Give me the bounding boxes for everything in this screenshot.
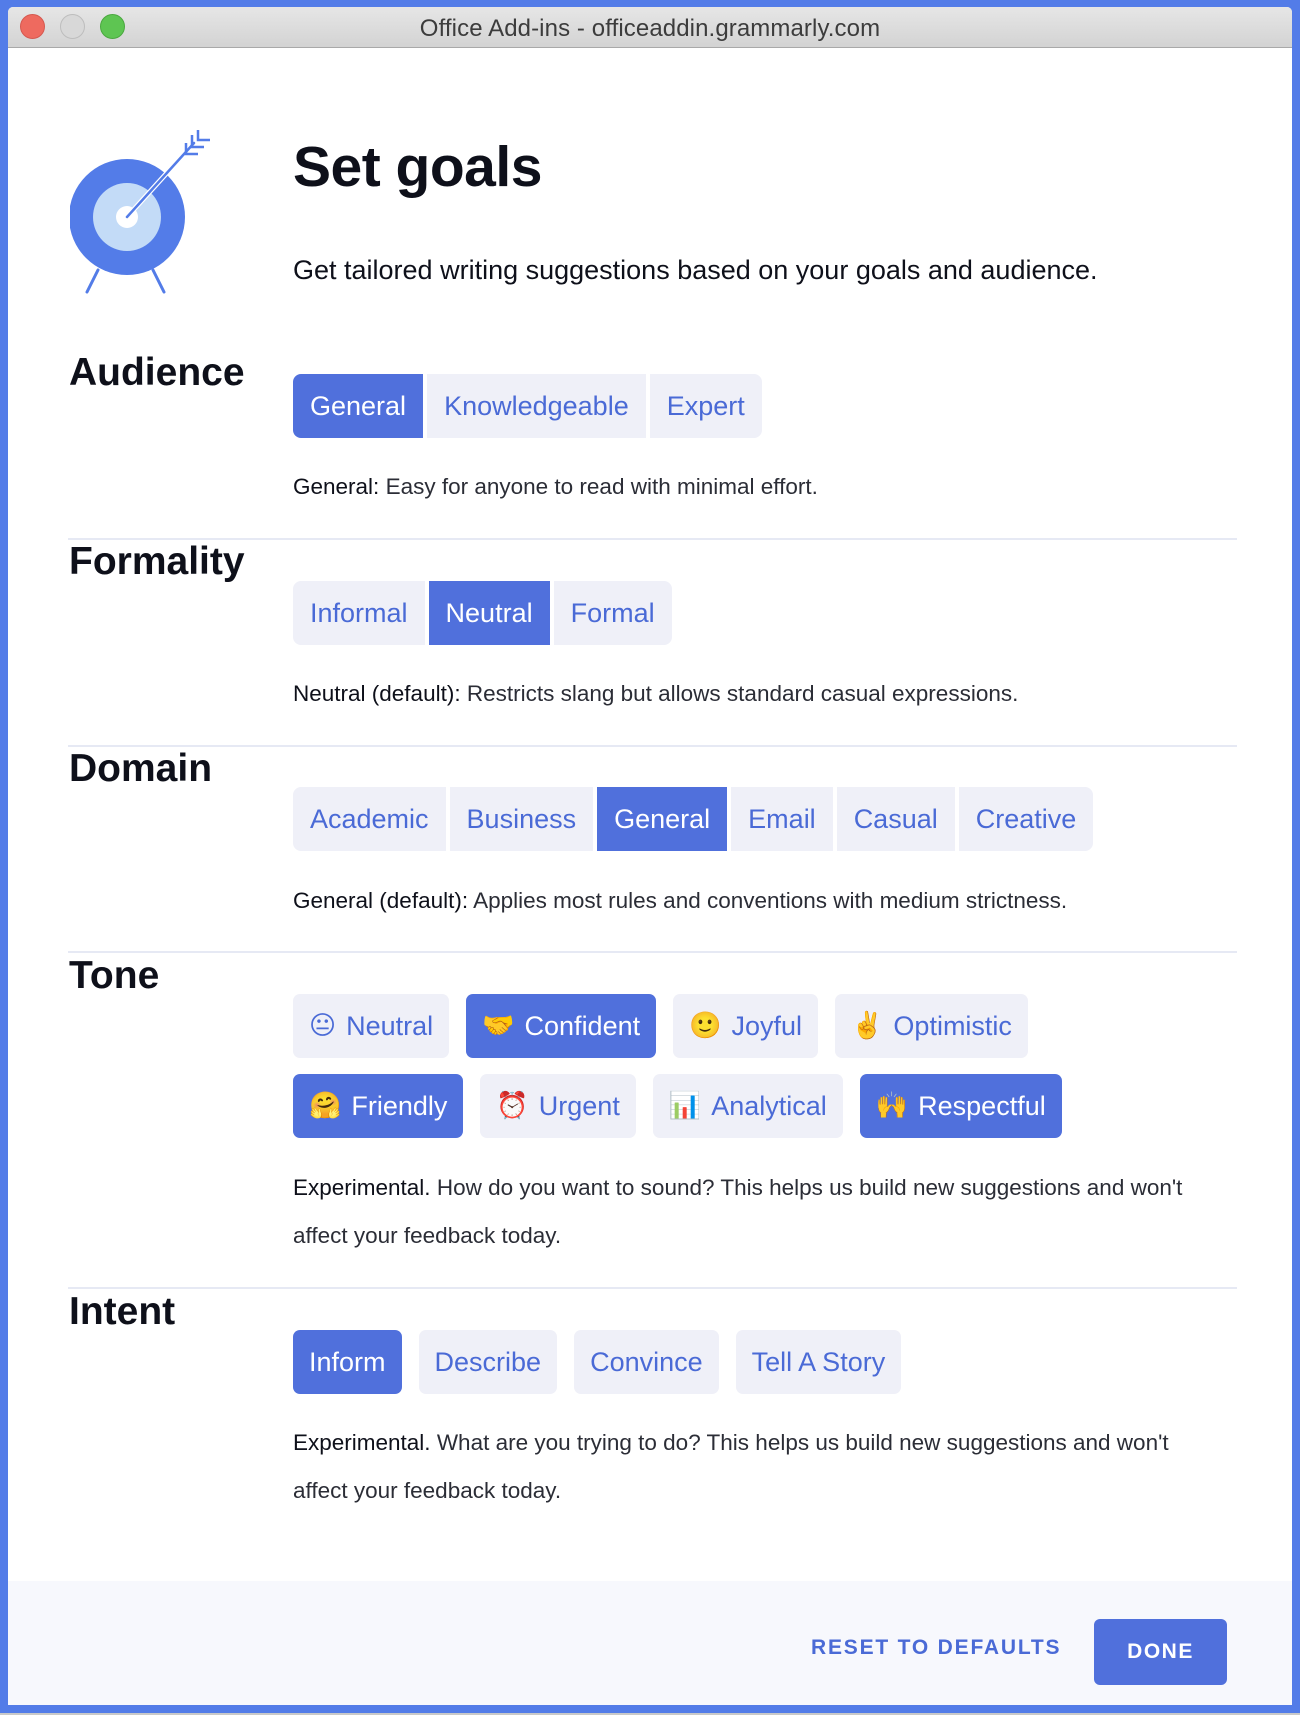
option-label: Neutral [346,1010,434,1041]
intent-option[interactable]: Describe [418,1330,558,1394]
option-label: Joyful [731,1010,803,1041]
window-title: Office Add-ins - officeaddin.grammarly.c… [419,15,881,42]
domain-option[interactable]: Academic [293,787,446,851]
option-label: Neutral [445,597,533,628]
tone-description: Experimental. How do you want to sound? … [293,1164,1223,1260]
option-label: Friendly [351,1090,448,1121]
formality-option[interactable]: Neutral [428,581,550,645]
domain-label: Domain [69,747,213,790]
domain-option[interactable]: Business [449,787,594,851]
option-label: Formal [570,597,655,628]
option-label: Confident [524,1010,641,1041]
option-label: Academic [310,803,429,834]
target-leg-left [85,268,100,294]
description-emphasis: General: [293,474,380,499]
description-emphasis: Experimental. [293,1430,431,1455]
tone-option-joyful[interactable]: 🙂 Joyful [673,994,819,1058]
tone-option-analytical[interactable]: 📊 Analytical [652,1074,843,1138]
audience-description: General: Easy for anyone to read with mi… [293,463,1223,511]
description-emphasis: Neutral (default): [293,681,461,706]
arrow-fletching [196,130,210,142]
option-label: General [310,390,407,421]
intent-option[interactable]: Inform [293,1330,402,1394]
option-label: Describe [434,1346,542,1377]
option-label: Convince [590,1346,703,1377]
option-label: Informal [310,597,408,628]
option-label: Respectful [918,1090,1046,1121]
tone-option-friendly[interactable]: 🤗 Friendly [293,1074,464,1138]
section-divider [68,745,1237,747]
section-divider [68,951,1237,953]
intent-option[interactable]: Tell A Story [735,1330,902,1394]
handshake-icon: 🤝 [482,1011,515,1041]
formality-description: Neutral (default): Restricts slang but a… [293,670,1223,718]
formality-label: Formality [69,540,245,583]
tone-row-1: 😐 Neutral 🤝 Confident 🙂 Joyful ✌️ Optimistic [293,994,1045,1058]
audience-label: Audience [69,351,245,394]
intent-option[interactable]: Convince [574,1330,719,1394]
dialog-footer: RESET TO DEFAULTS DONE [8,1581,1292,1705]
neutral-face-icon: 😐 [309,1011,337,1041]
page-subtitle: Get tailored writing suggestions based o… [293,255,1098,285]
raising-hands-icon: 🙌 [875,1091,909,1121]
tone-option-optimistic[interactable]: ✌️ Optimistic [835,994,1028,1058]
target-leg-right [151,268,166,294]
option-label: Knowledgeable [444,390,629,421]
audience-option[interactable]: Expert [649,374,762,438]
page-title: Set goals [293,135,542,199]
intent-selector: Inform Describe Convince Tell A Story [293,1330,918,1394]
domain-option[interactable]: Email [731,787,833,851]
domain-description: General (default): Applies most rules an… [293,877,1223,925]
option-label: Creative [975,803,1077,834]
option-label: Tell A Story [751,1346,886,1377]
option-label: Casual [853,803,938,834]
option-label: Urgent [538,1090,620,1121]
audience-option[interactable]: General [293,374,424,438]
description-text: Easy for anyone to read with minimal eff… [379,474,818,499]
reset-to-defaults-button[interactable]: RESET TO DEFAULTS [811,1636,1061,1660]
tone-row-2: 🤗 Friendly ⏰ Urgent 📊 Analytical 🙌 Respectfu… [293,1074,1079,1138]
domain-option[interactable]: General [597,787,728,851]
tone-option-urgent[interactable]: ⏰ Urgent [480,1074,636,1138]
audience-option[interactable]: Knowledgeable [427,374,646,438]
intent-label: Intent [69,1290,176,1333]
domain-selector: Academic Business General Email Casual C… [293,787,1094,851]
option-label: Optimistic [893,1010,1012,1041]
victory-hand-icon: ✌️ [851,1011,884,1041]
option-label: General [614,803,711,834]
bar-chart-icon: 📊 [668,1091,702,1121]
option-label: Analytical [711,1090,827,1121]
description-text: Restricts slang but allows standard casu… [460,681,1019,706]
title-bar: Office Add-ins - officeaddin.grammarly.c… [8,7,1292,48]
description-emphasis: General (default): [293,888,469,913]
done-button[interactable]: DONE [1094,1619,1227,1685]
audience-selector: General Knowledgeable Expert [293,374,762,438]
intent-description: Experimental. What are you trying to do?… [293,1419,1223,1515]
tone-option-respectful[interactable]: 🙌 Respectful [859,1074,1062,1138]
tone-label: Tone [69,954,160,997]
smiling-face-icon: 🙂 [689,1011,722,1041]
hugging-face-icon: 🤗 [309,1091,342,1121]
formality-option[interactable]: Formal [553,581,672,645]
tone-option-neutral[interactable]: 😐 Neutral [293,994,450,1058]
formality-option[interactable]: Informal [293,581,425,645]
section-divider [68,1287,1237,1289]
option-label: Expert [666,390,745,421]
dialog-window: Office Add-ins - officeaddin.grammarly.c… [8,7,1292,1705]
description-text: Applies most rules and conventions with … [468,888,1068,913]
target-with-arrow-icon [70,130,210,294]
tone-option-confident[interactable]: 🤝 Confident [466,994,657,1058]
domain-option[interactable]: Casual [836,787,955,851]
option-label: Inform [309,1346,386,1377]
domain-option[interactable]: Creative [958,787,1094,851]
description-emphasis: Experimental. [293,1175,431,1200]
alarm-clock-icon: ⏰ [496,1091,529,1121]
formality-selector: Informal Neutral Formal [293,581,672,645]
option-label: Business [466,803,577,834]
option-label: Email [748,803,816,834]
